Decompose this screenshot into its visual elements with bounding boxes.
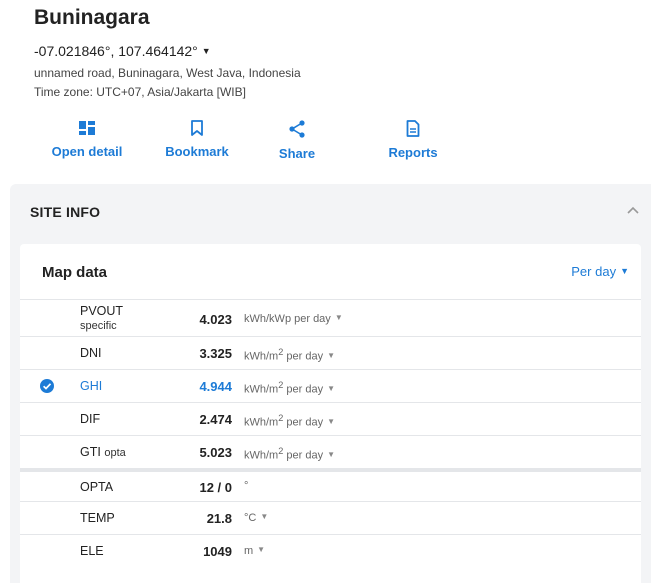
caret-down-icon: ▼ (201, 46, 211, 56)
site-info-heading[interactable]: SITE INFO (30, 204, 100, 220)
caret-down-icon: ▼ (327, 350, 335, 360)
row-name: ELE (80, 544, 104, 558)
check-circle-icon[interactable] (40, 379, 54, 393)
unit-dropdown[interactable]: kWh/m2 per day ▼ (244, 380, 335, 396)
row-value: 1049 (203, 544, 232, 559)
row-name: PVOUT specific (80, 304, 124, 332)
unit-label: ° (244, 480, 249, 492)
row-value: 2.474 (199, 412, 232, 427)
row-name: DNI (80, 346, 102, 360)
bookmark-icon (191, 120, 203, 136)
unit-dropdown[interactable]: kWh/m2 per day ▼ (244, 446, 335, 462)
caret-down-icon: ▼ (327, 383, 335, 393)
caret-down-icon: ▼ (620, 266, 629, 276)
unit-dropdown[interactable]: kWh/kWp per day ▼ (244, 313, 343, 325)
row-value: 21.8 (206, 511, 232, 526)
coordinates-text: -07.021846°, 107.464142° (34, 43, 198, 59)
row-name: TEMP (80, 511, 115, 525)
table-row-ghi[interactable]: GHI 4.944 kWh/m2 per day ▼ (20, 369, 641, 403)
table-row-opta[interactable]: OPTA 12 / 0 ° (20, 468, 641, 503)
caret-down-icon: ▼ (334, 313, 343, 322)
unit-dropdown[interactable]: m ▼ (244, 545, 265, 557)
map-data-heading: Map data (42, 264, 108, 281)
row-value: 4.023 (199, 312, 232, 327)
site-address: unnamed road, Buninagara, West Java, Ind… (34, 66, 301, 80)
period-label: Per day (571, 264, 617, 279)
unit-dropdown[interactable]: kWh/m2 per day ▼ (244, 347, 335, 363)
row-value: 12 / 0 (199, 480, 232, 495)
dashboard-icon (79, 121, 95, 135)
site-timezone: Time zone: UTC+07, Asia/Jakarta [WIB] (34, 85, 246, 99)
row-value: 5.023 (199, 445, 232, 460)
period-dropdown[interactable]: Per day ▼ (571, 264, 629, 279)
row-name: DIF (80, 412, 101, 426)
site-coordinates[interactable]: -07.021846°, 107.464142° ▼ (34, 43, 211, 59)
unit-dropdown[interactable]: °C ▼ (244, 512, 268, 524)
caret-down-icon: ▼ (327, 416, 335, 426)
table-row-gti[interactable]: GTI opta 5.023 kWh/m2 per day ▼ (20, 435, 641, 469)
document-icon (406, 120, 420, 137)
unit-dropdown[interactable]: kWh/m2 per day ▼ (244, 413, 335, 429)
table-row-dif[interactable]: DIF 2.474 kWh/m2 per day ▼ (20, 402, 641, 436)
table-row-dni[interactable]: DNI 3.325 kWh/m2 per day ▼ (20, 336, 641, 370)
bookmark-label: Bookmark (165, 144, 229, 159)
share-button[interactable]: Share (252, 120, 342, 161)
caret-down-icon: ▼ (260, 512, 269, 521)
table-row-ele[interactable]: ELE 1049 m ▼ (20, 534, 641, 568)
row-name: GHI (80, 379, 103, 393)
chevron-up-icon[interactable] (627, 206, 639, 214)
table-row-temp[interactable]: TEMP 21.8 °C ▼ (20, 501, 641, 535)
reports-label: Reports (388, 145, 438, 160)
share-label: Share (278, 146, 316, 161)
action-bar: Open detail Bookmark Share Reports (40, 120, 460, 170)
row-name: OPTA (80, 480, 114, 494)
open-detail-label: Open detail (51, 144, 123, 159)
open-detail-button[interactable]: Open detail (42, 120, 132, 159)
reports-button[interactable]: Reports (368, 120, 458, 160)
site-info-panel: SITE INFO Map data Per day ▼ PVOUT specifi… (10, 184, 651, 583)
site-title: Buninagara (34, 6, 150, 29)
bookmark-button[interactable]: Bookmark (152, 120, 242, 159)
map-data-card: Map data Per day ▼ PVOUT specific 4.023 kW… (20, 244, 641, 583)
table-row-pvout[interactable]: PVOUT specific 4.023 kWh/kWp per day ▼ (20, 299, 641, 337)
caret-down-icon: ▼ (327, 449, 335, 459)
row-value: 3.325 (199, 346, 232, 361)
caret-down-icon: ▼ (257, 545, 266, 554)
row-name: GTI opta (80, 445, 126, 459)
share-icon (289, 120, 305, 138)
row-value: 4.944 (199, 379, 232, 394)
